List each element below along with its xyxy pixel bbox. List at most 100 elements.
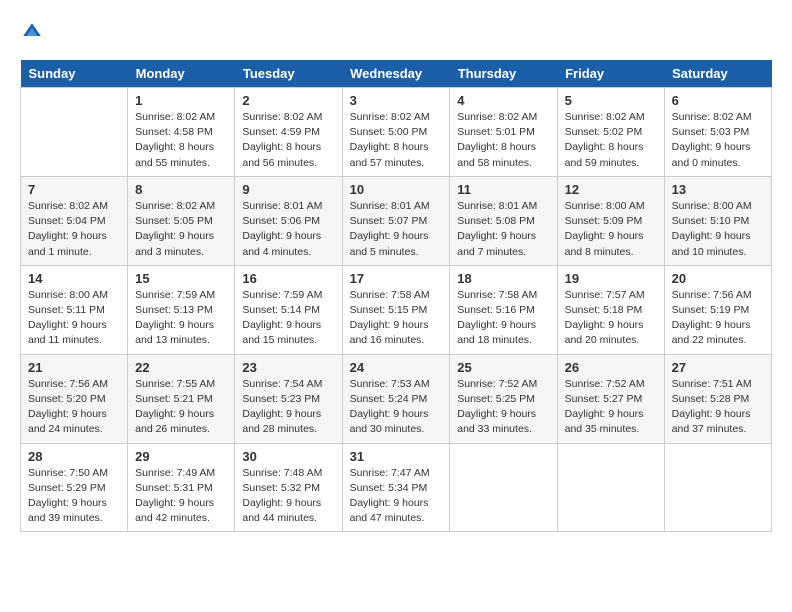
day-number: 17 xyxy=(350,271,443,286)
day-number: 1 xyxy=(135,93,227,108)
day-number: 4 xyxy=(457,93,549,108)
week-row-1: 1Sunrise: 8:02 AM Sunset: 4:58 PM Daylig… xyxy=(21,88,772,177)
day-cell: 13 Sunrise: 8:00 AM Sunset: 5:10 PM Dayli… xyxy=(664,176,771,265)
day-cell: 11 Sunrise: 8:01 AM Sunset: 5:08 PM Dayli… xyxy=(450,176,557,265)
day-cell: 6 Sunrise: 8:02 AM Sunset: 5:03 PM Daylig… xyxy=(664,88,771,177)
col-header-sunday: Sunday xyxy=(21,60,128,88)
day-number: 6 xyxy=(672,93,764,108)
day-number: 23 xyxy=(242,360,334,375)
col-header-tuesday: Tuesday xyxy=(235,60,342,88)
day-cell: 2Sunrise: 8:02 AM Sunset: 4:59 PM Daylig… xyxy=(235,88,342,177)
day-info: Sunrise: 7:55 AM Sunset: 5:21 PM Dayligh… xyxy=(135,377,227,438)
day-cell: 5 Sunrise: 8:02 AM Sunset: 5:02 PM Daylig… xyxy=(557,88,664,177)
day-number: 16 xyxy=(242,271,334,286)
day-info: Sunrise: 7:57 AM Sunset: 5:18 PM Dayligh… xyxy=(565,288,657,349)
day-number: 27 xyxy=(672,360,764,375)
day-info: Sunrise: 7:56 AM Sunset: 5:20 PM Dayligh… xyxy=(28,377,120,438)
day-info: Sunrise: 7:58 AM Sunset: 5:15 PM Dayligh… xyxy=(350,288,443,349)
day-cell: 31 Sunrise: 7:47 AM Sunset: 5:34 PM Dayli… xyxy=(342,443,450,532)
page-header xyxy=(20,20,772,44)
day-number: 20 xyxy=(672,271,764,286)
day-cell: 20 Sunrise: 7:56 AM Sunset: 5:19 PM Dayli… xyxy=(664,265,771,354)
day-cell: 4 Sunrise: 8:02 AM Sunset: 5:01 PM Daylig… xyxy=(450,88,557,177)
day-info: Sunrise: 8:00 AM Sunset: 5:09 PM Dayligh… xyxy=(565,199,657,260)
col-header-wednesday: Wednesday xyxy=(342,60,450,88)
day-cell: 18Sunrise: 7:58 AM Sunset: 5:16 PM Dayli… xyxy=(450,265,557,354)
day-cell: 14Sunrise: 8:00 AM Sunset: 5:11 PM Dayli… xyxy=(21,265,128,354)
day-number: 10 xyxy=(350,182,443,197)
day-number: 8 xyxy=(135,182,227,197)
day-info: Sunrise: 7:59 AM Sunset: 5:13 PM Dayligh… xyxy=(135,288,227,349)
day-cell xyxy=(21,88,128,177)
day-cell: 23 Sunrise: 7:54 AM Sunset: 5:23 PM Dayli… xyxy=(235,354,342,443)
day-info: Sunrise: 8:01 AM Sunset: 5:06 PM Dayligh… xyxy=(242,199,334,260)
day-info: Sunrise: 8:02 AM Sunset: 5:03 PM Dayligh… xyxy=(672,110,764,171)
day-cell: 24 Sunrise: 7:53 AM Sunset: 5:24 PM Dayli… xyxy=(342,354,450,443)
day-info: Sunrise: 8:01 AM Sunset: 5:07 PM Dayligh… xyxy=(350,199,443,260)
day-cell: 28 Sunrise: 7:50 AM Sunset: 5:29 PM Dayli… xyxy=(21,443,128,532)
day-cell: 10 Sunrise: 8:01 AM Sunset: 5:07 PM Dayli… xyxy=(342,176,450,265)
day-cell xyxy=(450,443,557,532)
day-cell: 9 Sunrise: 8:01 AM Sunset: 5:06 PM Daylig… xyxy=(235,176,342,265)
day-number: 9 xyxy=(242,182,334,197)
calendar-table: SundayMondayTuesdayWednesdayThursdayFrid… xyxy=(20,60,772,532)
day-number: 25 xyxy=(457,360,549,375)
day-cell: 26 Sunrise: 7:52 AM Sunset: 5:27 PM Dayli… xyxy=(557,354,664,443)
day-info: Sunrise: 8:02 AM Sunset: 5:05 PM Dayligh… xyxy=(135,199,227,260)
day-cell: 7Sunrise: 8:02 AM Sunset: 5:04 PM Daylig… xyxy=(21,176,128,265)
day-info: Sunrise: 8:02 AM Sunset: 5:00 PM Dayligh… xyxy=(350,110,443,171)
col-header-saturday: Saturday xyxy=(664,60,771,88)
day-number: 26 xyxy=(565,360,657,375)
day-cell: 12 Sunrise: 8:00 AM Sunset: 5:09 PM Dayli… xyxy=(557,176,664,265)
day-number: 30 xyxy=(242,449,334,464)
col-header-thursday: Thursday xyxy=(450,60,557,88)
day-number: 18 xyxy=(457,271,549,286)
day-number: 22 xyxy=(135,360,227,375)
day-number: 14 xyxy=(28,271,120,286)
day-cell: 21 Sunrise: 7:56 AM Sunset: 5:20 PM Dayli… xyxy=(21,354,128,443)
day-info: Sunrise: 8:02 AM Sunset: 5:02 PM Dayligh… xyxy=(565,110,657,171)
day-info: Sunrise: 7:53 AM Sunset: 5:24 PM Dayligh… xyxy=(350,377,443,438)
day-info: Sunrise: 7:50 AM Sunset: 5:29 PM Dayligh… xyxy=(28,466,120,527)
day-number: 21 xyxy=(28,360,120,375)
day-info: Sunrise: 8:01 AM Sunset: 5:08 PM Dayligh… xyxy=(457,199,549,260)
day-number: 15 xyxy=(135,271,227,286)
header-row: SundayMondayTuesdayWednesdayThursdayFrid… xyxy=(21,60,772,88)
day-cell: 1Sunrise: 8:02 AM Sunset: 4:58 PM Daylig… xyxy=(128,88,235,177)
day-info: Sunrise: 7:52 AM Sunset: 5:25 PM Dayligh… xyxy=(457,377,549,438)
day-number: 31 xyxy=(350,449,443,464)
day-cell xyxy=(664,443,771,532)
day-number: 13 xyxy=(672,182,764,197)
day-info: Sunrise: 7:59 AM Sunset: 5:14 PM Dayligh… xyxy=(242,288,334,349)
col-header-friday: Friday xyxy=(557,60,664,88)
day-cell: 27 Sunrise: 7:51 AM Sunset: 5:28 PM Dayli… xyxy=(664,354,771,443)
day-cell: 29 Sunrise: 7:49 AM Sunset: 5:31 PM Dayli… xyxy=(128,443,235,532)
day-cell: 22 Sunrise: 7:55 AM Sunset: 5:21 PM Dayli… xyxy=(128,354,235,443)
day-number: 11 xyxy=(457,182,549,197)
day-cell xyxy=(557,443,664,532)
day-cell: 8 Sunrise: 8:02 AM Sunset: 5:05 PM Daylig… xyxy=(128,176,235,265)
day-number: 28 xyxy=(28,449,120,464)
week-row-2: 7Sunrise: 8:02 AM Sunset: 5:04 PM Daylig… xyxy=(21,176,772,265)
day-cell: 30Sunrise: 7:48 AM Sunset: 5:32 PM Dayli… xyxy=(235,443,342,532)
day-cell: 3Sunrise: 8:02 AM Sunset: 5:00 PM Daylig… xyxy=(342,88,450,177)
day-cell: 19Sunrise: 7:57 AM Sunset: 5:18 PM Dayli… xyxy=(557,265,664,354)
day-cell: 25 Sunrise: 7:52 AM Sunset: 5:25 PM Dayli… xyxy=(450,354,557,443)
day-info: Sunrise: 7:54 AM Sunset: 5:23 PM Dayligh… xyxy=(242,377,334,438)
day-number: 29 xyxy=(135,449,227,464)
day-cell: 15 Sunrise: 7:59 AM Sunset: 5:13 PM Dayli… xyxy=(128,265,235,354)
day-number: 7 xyxy=(28,182,120,197)
day-info: Sunrise: 7:49 AM Sunset: 5:31 PM Dayligh… xyxy=(135,466,227,527)
day-info: Sunrise: 7:47 AM Sunset: 5:34 PM Dayligh… xyxy=(350,466,443,527)
day-info: Sunrise: 7:56 AM Sunset: 5:19 PM Dayligh… xyxy=(672,288,764,349)
day-info: Sunrise: 7:51 AM Sunset: 5:28 PM Dayligh… xyxy=(672,377,764,438)
day-number: 12 xyxy=(565,182,657,197)
logo-icon xyxy=(20,20,44,44)
day-number: 24 xyxy=(350,360,443,375)
day-info: Sunrise: 8:02 AM Sunset: 5:01 PM Dayligh… xyxy=(457,110,549,171)
week-row-3: 14Sunrise: 8:00 AM Sunset: 5:11 PM Dayli… xyxy=(21,265,772,354)
day-number: 5 xyxy=(565,93,657,108)
day-info: Sunrise: 8:00 AM Sunset: 5:10 PM Dayligh… xyxy=(672,199,764,260)
day-cell: 16 Sunrise: 7:59 AM Sunset: 5:14 PM Dayli… xyxy=(235,265,342,354)
day-info: Sunrise: 7:52 AM Sunset: 5:27 PM Dayligh… xyxy=(565,377,657,438)
